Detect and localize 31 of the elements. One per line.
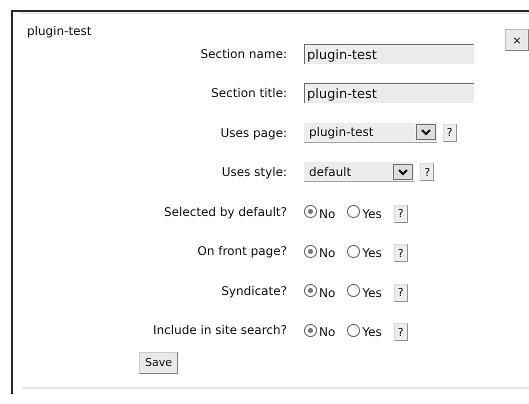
panel-title: plugin-test <box>27 23 92 40</box>
help-button[interactable]: ? <box>420 163 434 182</box>
radio-option[interactable]: Yes <box>347 240 382 262</box>
field-label: Section title: <box>211 86 287 100</box>
radio-option[interactable]: Yes <box>347 200 382 223</box>
field-label: Section name: <box>200 46 287 61</box>
field-label: Uses page: <box>220 126 287 140</box>
text-field[interactable]: plugin-test <box>304 44 474 64</box>
help-button[interactable]: ? <box>394 204 408 223</box>
field-label: Uses style: <box>222 165 287 180</box>
help-button[interactable]: ? <box>394 244 408 262</box>
field-label: Syndicate? <box>221 284 287 298</box>
radio-option[interactable]: No <box>304 319 336 342</box>
help-button[interactable]: ? <box>442 124 456 142</box>
dropdown[interactable]: plugin-test <box>304 122 436 143</box>
dropdown[interactable]: default <box>304 162 414 182</box>
text-field[interactable]: plugin-test <box>304 83 474 104</box>
save-button[interactable]: Save <box>139 352 178 374</box>
field-label: Selected by default? <box>164 204 287 219</box>
radio-option[interactable]: Yes <box>347 319 382 342</box>
chevron-down-icon <box>416 124 436 140</box>
field-label: Include in site search? <box>153 323 287 338</box>
radio-option[interactable]: No <box>304 280 336 302</box>
help-button[interactable]: ? <box>394 323 408 342</box>
field-label: On front page? <box>197 244 287 258</box>
chevron-down-icon <box>393 164 414 180</box>
help-button[interactable]: ? <box>394 284 408 302</box>
radio-option[interactable]: Yes <box>347 280 382 302</box>
radio-option[interactable]: No <box>304 200 336 223</box>
close-button[interactable]: × <box>505 29 529 51</box>
radio-option[interactable]: No <box>304 240 336 262</box>
